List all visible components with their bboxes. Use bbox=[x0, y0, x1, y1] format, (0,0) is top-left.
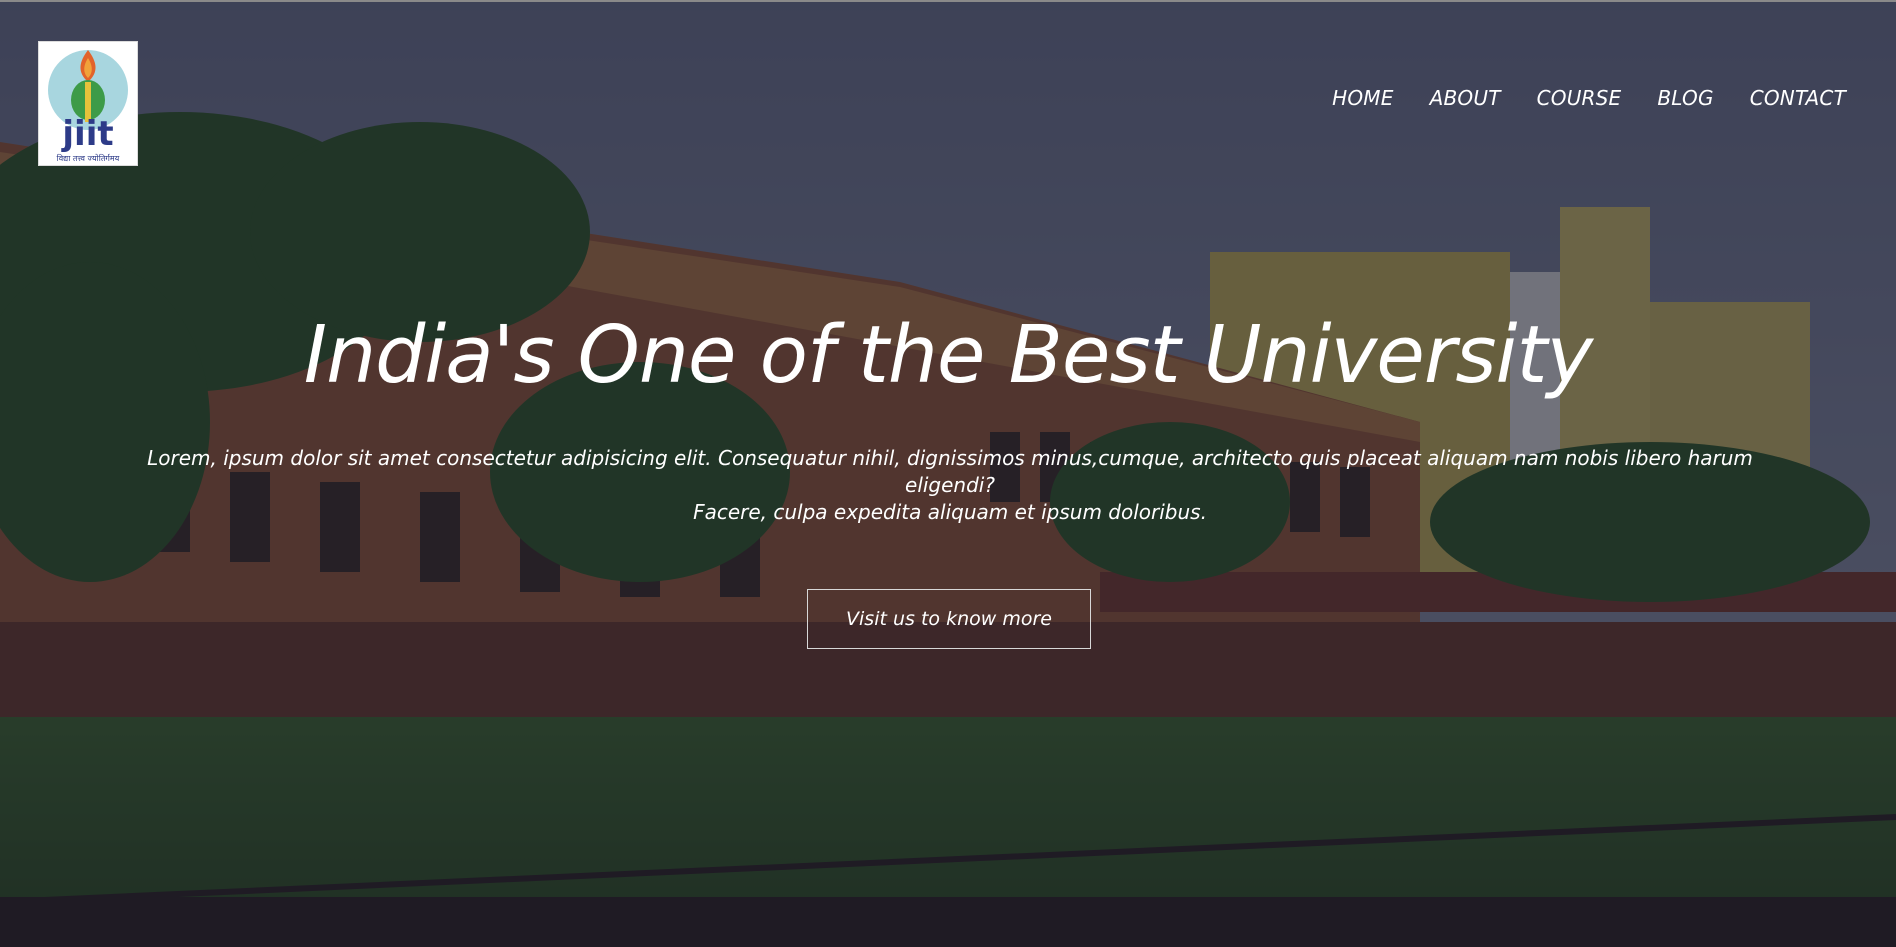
nav-about[interactable]: ABOUT bbox=[1430, 86, 1501, 110]
jiit-logo[interactable]: jiit विद्या तत्त्व ज्योतिर्गमय bbox=[38, 41, 138, 166]
nav-course[interactable]: COURSE bbox=[1537, 86, 1622, 110]
nav-blog[interactable]: BLOG bbox=[1657, 86, 1713, 110]
nav-contact[interactable]: CONTACT bbox=[1750, 86, 1846, 110]
svg-text:jiit: jiit bbox=[60, 114, 113, 154]
hero-description-line2: Facere, culpa expedita aliquam et ipsum … bbox=[693, 500, 1207, 524]
hero-section: jiit विद्या तत्त्व ज्योतिर्गमय HOME ABOU… bbox=[0, 0, 1896, 947]
hero-title: India's One of the Best University bbox=[303, 309, 1593, 401]
nav-home[interactable]: HOME bbox=[1332, 86, 1393, 110]
main-nav: HOME ABOUT COURSE BLOG CONTACT bbox=[1332, 86, 1846, 110]
visit-us-button[interactable]: Visit us to know more bbox=[807, 589, 1091, 649]
hero-description: Lorem, ipsum dolor sit amet consectetur … bbox=[140, 445, 1760, 526]
hero-description-line1: Lorem, ipsum dolor sit amet consectetur … bbox=[147, 446, 1753, 497]
svg-text:विद्या तत्त्व ज्योतिर्गमय: विद्या तत्त्व ज्योतिर्गमय bbox=[57, 153, 120, 163]
